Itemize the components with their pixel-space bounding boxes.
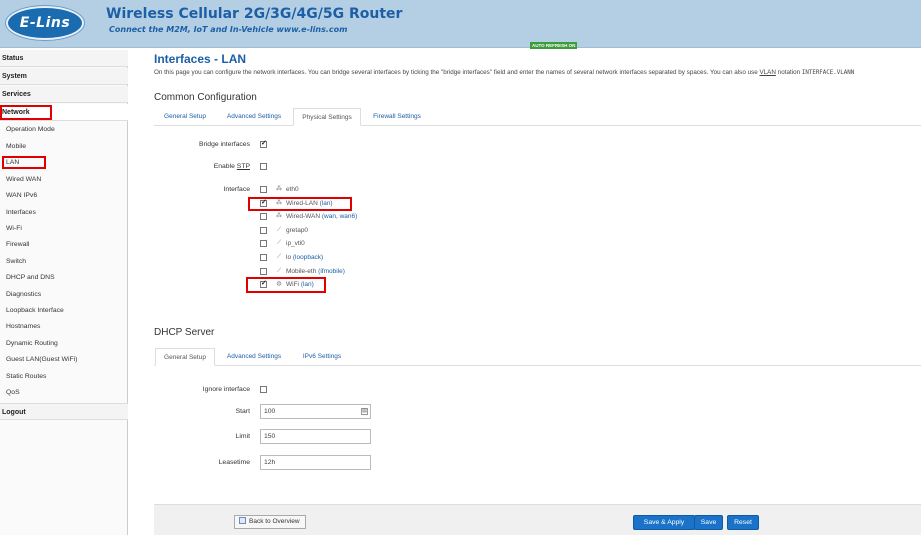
interface-network: (wan, wan6) [321, 213, 358, 220]
sidebar-category-services[interactable]: Services [0, 86, 128, 103]
highlight-wired-lan [248, 197, 352, 211]
bridge-interfaces-label: Bridge interfaces [198, 141, 250, 148]
description-mid: notation [775, 69, 802, 76]
tab-dhcp-general-setup[interactable]: General Setup [155, 348, 215, 366]
interface-name-text: lo [286, 254, 293, 261]
sidebar-item-operation-mode[interactable]: Operation Mode [6, 125, 55, 135]
highlight-wifi [246, 277, 326, 293]
common-config-title: Common Configuration [154, 92, 257, 103]
interface-name: Mobile-eth (ifmobile) [286, 268, 345, 275]
interface-network: (loopback) [292, 254, 324, 261]
brand-title: Wireless Cellular 2G/3G/4G/5G Router [106, 6, 403, 22]
sidebar-item-wifi[interactable]: Wi-Fi [6, 224, 22, 234]
tab-dhcp-ipv6-settings[interactable]: IPv6 Settings [294, 348, 350, 366]
common-config-tabs: General Setup Advanced Settings Physical… [154, 108, 921, 126]
header-banner: E-Lins Wireless Cellular 2G/3G/4G/5G Rou… [0, 0, 921, 49]
ignore-interface-checkbox[interactable] [260, 386, 267, 393]
logo-text: E-Lins [19, 15, 71, 31]
sidebar-item-interfaces[interactable]: Interfaces [6, 208, 36, 218]
tunnel-icon: ⟋ [276, 268, 282, 274]
interface-name-text: Mobile-eth [286, 268, 319, 275]
stp-label-prefix: Enable [213, 163, 237, 170]
tab-dhcp-advanced-settings[interactable]: Advanced Settings [220, 348, 288, 366]
sidebar-category-system[interactable]: System [0, 68, 128, 85]
back-label: Back to Overview [249, 518, 300, 525]
tab-advanced-settings[interactable]: Advanced Settings [218, 108, 290, 126]
stp-label-abbr: STP [236, 163, 250, 170]
action-bar: Back to Overview Save & Apply Save Reset [154, 504, 921, 535]
sidebar-item-mobile[interactable]: Mobile [6, 142, 26, 152]
tunnel-icon: ⟋ [276, 227, 282, 233]
dhcp-tabs: General Setup Advanced Settings IPv6 Set… [154, 348, 921, 366]
sidebar-category-status[interactable]: Status [0, 50, 128, 67]
limit-input[interactable]: 150 [260, 429, 371, 444]
tab-physical-settings[interactable]: Physical Settings [293, 108, 361, 126]
limit-label: Limit [235, 433, 250, 440]
spinner-icon[interactable]: ▤ [361, 408, 368, 415]
tunnel-icon: ⟋ [276, 240, 282, 246]
sidebar-item-qos[interactable]: QoS [6, 388, 20, 398]
sidebar-item-wired-wan[interactable]: Wired WAN [6, 175, 41, 185]
sidebar: Status System Services Network Operation… [0, 50, 128, 535]
back-to-overview-button[interactable]: Back to Overview [234, 515, 306, 529]
description-code: INTERFACE.VLANN [801, 70, 855, 76]
description-text: On this page you can configure the netwo… [154, 69, 760, 76]
save-button[interactable]: Save [694, 515, 723, 530]
leasetime-label: Leasetime [218, 459, 250, 466]
interface-checkbox-ip-vti0[interactable] [260, 240, 267, 247]
sidebar-item-switch[interactable]: Switch [6, 257, 26, 267]
enable-stp-label: Enable STP [154, 163, 250, 170]
ethernet-switch-icon: ⁂ [276, 213, 282, 219]
interface-checkbox-mobile-eth[interactable] [260, 268, 267, 275]
save-apply-button[interactable]: Save & Apply [633, 515, 695, 530]
highlight-lan [2, 156, 46, 169]
start-label: Start [235, 408, 250, 415]
sidebar-item-guest-lan[interactable]: Guest LAN(Guest WiFi) [6, 355, 77, 365]
interface-checkbox-eth0[interactable] [260, 186, 267, 193]
vlan-link[interactable]: VLAN [759, 69, 775, 76]
dhcp-server-title: DHCP Server [154, 327, 215, 338]
sidebar-item-diagnostics[interactable]: Diagnostics [6, 290, 41, 300]
tunnel-icon: ⟋ [276, 254, 282, 260]
elins-logo: E-Lins [6, 6, 84, 40]
interface-label: Interface [223, 186, 250, 193]
tab-general-setup[interactable]: General Setup [156, 108, 214, 126]
reset-button[interactable]: Reset [727, 515, 759, 530]
page-description: On this page you can configure the netwo… [154, 69, 921, 76]
interface-name: lo (loopback) [286, 254, 323, 261]
tab-firewall-settings[interactable]: Firewall Settings [366, 108, 428, 126]
ethernet-port-icon: ⁂ [276, 186, 282, 192]
interface-checkbox-lo[interactable] [260, 254, 267, 261]
sidebar-item-loopback[interactable]: Loopback Interface [6, 306, 64, 316]
interface-name: eth0 [286, 186, 299, 193]
interface-name: gretap0 [286, 227, 309, 234]
interface-network: (ifmobile) [318, 268, 345, 275]
page-title: Interfaces - LAN [154, 52, 247, 66]
interface-name-text: Wired-WAN [286, 213, 322, 220]
leasetime-input[interactable]: 12h [260, 455, 371, 470]
bridge-interfaces-checkbox[interactable] [260, 139, 267, 148]
brand-subtitle: Connect the M2M, IoT and In-Vehicle www.… [109, 25, 348, 34]
auto-refresh-badge[interactable]: AUTO REFRESH ON [530, 42, 578, 49]
sidebar-item-wan-ipv6[interactable]: WAN IPv6 [6, 191, 37, 201]
sidebar-item-firewall[interactable]: Firewall [6, 240, 29, 250]
sidebar-category-logout[interactable]: Logout [0, 403, 128, 420]
interface-name: ip_vti0 [286, 240, 305, 247]
interface-name: Wired-WAN (wan, wan6) [286, 213, 357, 220]
back-icon [239, 517, 246, 524]
interface-checkbox-wired-wan[interactable] [260, 213, 267, 220]
highlight-network [0, 105, 52, 120]
start-value: 100 [264, 408, 276, 415]
sidebar-item-dhcp-dns[interactable]: DHCP and DNS [6, 273, 55, 283]
sidebar-item-hostnames[interactable]: Hostnames [6, 322, 40, 332]
start-input[interactable]: 100 ▤ [260, 404, 371, 419]
sidebar-item-dynamic-routing[interactable]: Dynamic Routing [6, 339, 58, 349]
sidebar-item-static-routes[interactable]: Static Routes [6, 372, 46, 382]
ignore-interface-label: Ignore interface [202, 386, 250, 393]
enable-stp-checkbox[interactable] [260, 163, 267, 170]
interface-checkbox-gretap0[interactable] [260, 227, 267, 234]
